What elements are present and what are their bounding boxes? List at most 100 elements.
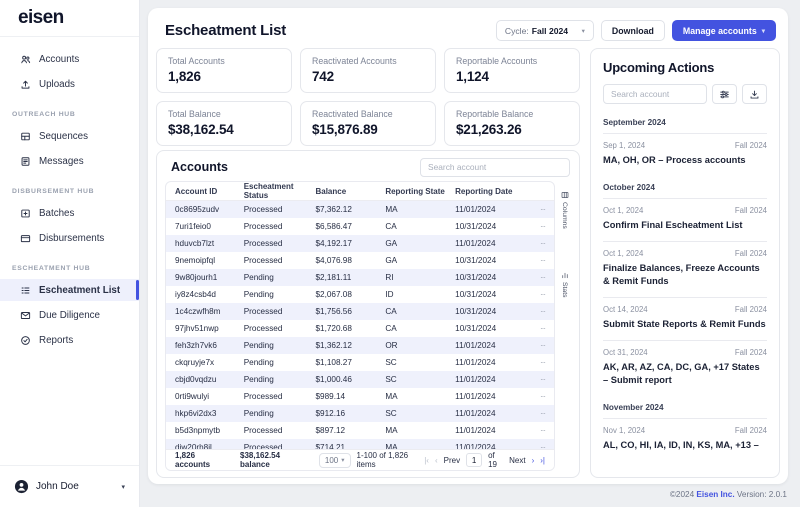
row-menu-button[interactable]: ··· [527, 269, 554, 286]
stat-card-total-balance: Total Balance $38,162.54 [156, 101, 292, 146]
sidebar-item-sequences[interactable]: Sequences [0, 125, 139, 147]
table-row[interactable]: 1c4czwfh8m Processed $1,756.56 CA 10/31/2024… [166, 302, 554, 320]
cell-account-id: 7uri1feio0 [175, 221, 211, 231]
sidebar-item-disbursements[interactable]: Disbursements [0, 227, 139, 249]
column-header-balance[interactable]: Balance [311, 182, 382, 201]
company-link[interactable]: Eisen Inc. [696, 490, 734, 499]
table-row[interactable]: 7uri1feio0 Processed $6,586.47 CA 10/31/2024… [166, 218, 554, 235]
sidebar-item-messages[interactable]: Messages [0, 150, 139, 172]
page-size-value: 100 [324, 455, 339, 465]
cycle-select[interactable]: Cycle: Fall 2024 ▾ [495, 20, 594, 41]
page-number-input[interactable] [466, 453, 483, 467]
cell-balance: $2,067.08 [315, 289, 352, 299]
columns-button[interactable]: Columns [561, 191, 569, 229]
cell-balance: $897.12 [315, 425, 346, 435]
next-page-icon[interactable]: › [532, 456, 535, 465]
users-icon [20, 54, 31, 65]
prev-page-icon[interactable]: ‹ [435, 456, 438, 465]
cell-reporting-date: 10/31/2024 [455, 306, 497, 316]
table-row[interactable]: hduvcb7lzt Processed $4,192.17 GA 11/01/2024… [166, 234, 554, 252]
row-menu-button[interactable]: ··· [527, 320, 554, 337]
download-actions-button[interactable] [742, 84, 767, 104]
table-row[interactable]: cbjd0vqdzu Pending $1,000.46 SC 11/01/2024 ··… [166, 370, 554, 388]
next-button[interactable]: Next [509, 456, 525, 465]
manage-accounts-button[interactable]: Manage accounts ▾ [671, 20, 776, 41]
filter-button[interactable] [712, 84, 737, 104]
row-menu-button[interactable]: ··· [527, 303, 554, 320]
download-button[interactable]: Download [600, 20, 665, 41]
row-menu-button[interactable]: ··· [527, 337, 554, 354]
cell-reporting-state: GA [385, 238, 398, 248]
table-row[interactable]: b5d3npmytb Processed $897.12 MA 11/01/2024 ··… [166, 422, 554, 439]
row-menu-button[interactable]: ··· [527, 201, 554, 218]
cell-reporting-date: 11/01/2024 [455, 408, 496, 418]
list-icon [20, 285, 31, 296]
table-row[interactable]: 0c8695zudv Processed $7,362.12 MA 11/01/2024… [166, 200, 554, 218]
table-row[interactable]: 97jhv51nwp Processed $1,720.68 CA 10/31/2024… [166, 320, 554, 337]
cell-balance: $6,586.47 [315, 221, 352, 231]
page-count: of 19 [488, 451, 497, 469]
row-menu-button[interactable]: ··· [527, 388, 554, 405]
sidebar-item-uploads[interactable]: Uploads [0, 73, 139, 95]
sidebar-item-reports[interactable]: Reports [0, 329, 139, 351]
action-item[interactable]: Oct 1, 2024 Fall 2024 Confirm Final Eschea… [603, 199, 767, 241]
column-header-reporting-state[interactable]: Reporting State [381, 182, 452, 201]
action-meta: Oct 1, 2024 Fall 2024 [603, 206, 767, 215]
table-row[interactable]: feh3zh7vk6 Pending $1,362.12 OR 11/01/2024 ··… [166, 336, 554, 354]
prev-button[interactable]: Prev [444, 456, 460, 465]
action-item[interactable]: Sep 1, 2024 Fall 2024 MA, OH, OR – Process… [603, 134, 767, 176]
disbursements-icon [20, 233, 31, 244]
cell-reporting-date: 11/01/2024 [455, 340, 496, 350]
last-page-icon[interactable]: ›| [540, 456, 545, 465]
sidebar-item-batches[interactable]: Batches [0, 202, 139, 224]
stats-button[interactable]: Stats [561, 271, 569, 297]
table-row[interactable]: 9nemoipfql Processed $4,076.98 GA 10/31/2024… [166, 252, 554, 269]
action-title: AK, AR, AZ, CA, DC, GA, +17 States – Sub… [603, 362, 760, 386]
accounts-search-input[interactable] [420, 157, 570, 177]
sidebar-item-escheatment-list[interactable]: Escheatment List [0, 279, 139, 301]
chevron-down-icon: ▾ [121, 483, 125, 491]
accounts-title: Accounts [171, 160, 228, 174]
nav-section-label: DISBURSEMENT HUB [12, 188, 95, 195]
cell-escheatment-status: Pending [243, 357, 274, 367]
table-row[interactable]: hkp6vi2dx3 Pending $912.16 SC 11/01/2024 ··· [166, 404, 554, 422]
page-size-select[interactable]: 100 ▾ [318, 452, 351, 468]
column-header-reporting-date[interactable]: Reporting Date [451, 182, 527, 201]
table-row[interactable]: ckqruyje7x Pending $1,108.27 SC 11/01/2024 ··… [166, 354, 554, 371]
cell-reporting-state: SC [385, 357, 397, 367]
main-header: Escheatment List Cycle: Fall 2024 ▾ Down… [165, 20, 776, 41]
action-item[interactable]: Oct 14, 2024 Fall 2024 Submit State Report… [603, 298, 767, 340]
cell-reporting-state: CA [385, 221, 397, 231]
sidebar-item-accounts[interactable]: Accounts [0, 48, 139, 70]
action-item[interactable]: Oct 1, 2024 Fall 2024 Finalize Balances, F… [603, 242, 767, 297]
cell-reporting-state: RI [385, 272, 394, 282]
table-row[interactable]: 0rti9wulyi Processed $989.14 MA 11/01/2024 ··… [166, 388, 554, 405]
row-menu-button[interactable]: ··· [527, 218, 554, 235]
cell-reporting-state: ID [385, 289, 394, 299]
cell-escheatment-status: Processed [243, 255, 283, 265]
upcoming-actions-title: Upcoming Actions [603, 60, 715, 75]
action-date: Nov 1, 2024 [603, 426, 646, 436]
row-menu-button[interactable]: ··· [527, 286, 554, 303]
table-row[interactable]: 9w80jourh1 Pending $2,181.11 RI 10/31/2024 ··… [166, 268, 554, 286]
row-menu-button[interactable]: ··· [527, 235, 554, 252]
user-menu[interactable]: John Doe ▾ [0, 465, 139, 507]
accounts-count: 1,826 accounts [175, 451, 211, 469]
row-menu-button[interactable]: ··· [527, 422, 554, 439]
actions-search-input[interactable] [603, 84, 707, 104]
cell-reporting-state: MA [385, 204, 398, 214]
row-menu-button[interactable]: ··· [527, 252, 554, 269]
cell-reporting-date: 10/31/2024 [455, 289, 497, 299]
row-menu-button[interactable]: ··· [527, 405, 554, 422]
table-row[interactable]: iy8z4csb4d Pending $2,067.08 ID 10/31/2024 ··… [166, 286, 554, 303]
row-menu-button[interactable]: ··· [527, 354, 554, 371]
row-menu-button[interactable]: ··· [527, 371, 554, 388]
action-item[interactable]: Nov 1, 2024 Fall 2024 AL, CO, HI, IA, ID, … [603, 419, 767, 461]
action-item[interactable]: Oct 31, 2024 Fall 2024 AK, AR, AZ, CA, DC,… [603, 341, 767, 396]
column-header-escheatment-status[interactable]: Escheatment Status [239, 182, 312, 201]
sidebar-item-due-diligence[interactable]: Due Diligence [0, 304, 139, 326]
action-meta: Sep 1, 2024 Fall 2024 [603, 141, 767, 150]
first-page-icon[interactable]: |‹ [424, 456, 429, 465]
cell-reporting-date: 11/01/2024 [455, 374, 496, 384]
column-header-account-id[interactable]: Account ID [166, 182, 240, 201]
